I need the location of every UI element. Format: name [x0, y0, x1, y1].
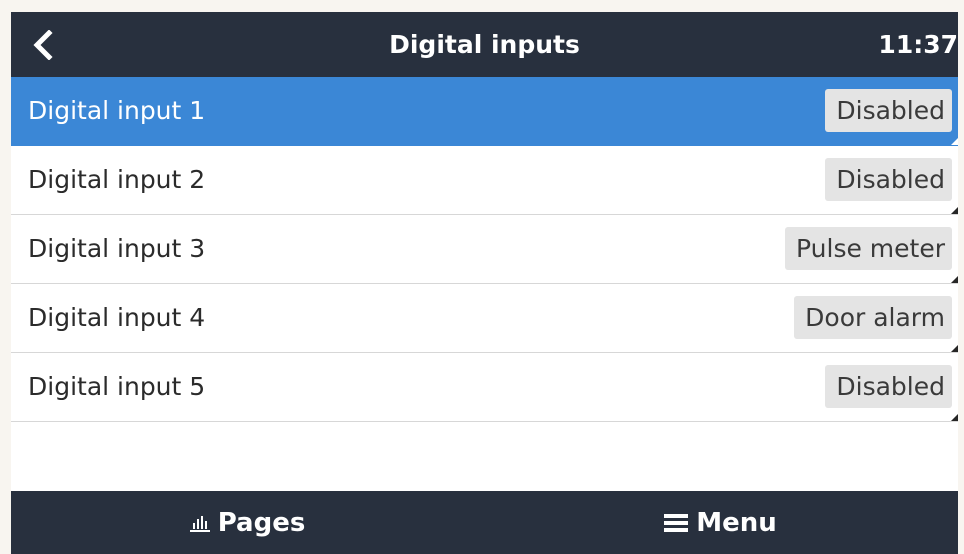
pages-button[interactable]: Pages	[11, 491, 484, 554]
list-item-digital-input-4[interactable]: Digital input 4 Door alarm	[11, 284, 958, 353]
page-title: Digital inputs	[389, 30, 580, 59]
list-item-label: Digital input 1	[28, 96, 206, 125]
edit-corner-icon	[951, 345, 958, 352]
list-item-digital-input-1[interactable]: Digital input 1 Disabled	[11, 77, 958, 146]
list-item-value: Door alarm	[794, 296, 952, 339]
edit-corner-icon	[951, 414, 958, 421]
menu-button[interactable]: Menu	[484, 491, 957, 554]
list-item-value: Disabled	[825, 158, 952, 201]
list-item-digital-input-2[interactable]: Digital input 2 Disabled	[11, 146, 958, 215]
list-item-digital-input-5[interactable]: Digital input 5 Disabled	[11, 353, 958, 422]
list-item-value: Pulse meter	[785, 227, 952, 270]
top-bar: Digital inputs 11:37	[11, 12, 958, 77]
list-item-label: Digital input 2	[28, 165, 206, 194]
list-item-label: Digital input 5	[28, 372, 206, 401]
bottom-bar: Pages Menu	[11, 491, 958, 554]
list-item-value: Disabled	[825, 89, 952, 132]
pages-label: Pages	[217, 507, 306, 538]
digital-input-list: Digital input 1 Disabled Digital input 2…	[11, 77, 958, 422]
clock: 11:37	[878, 30, 958, 59]
edit-corner-icon	[951, 207, 958, 214]
list-item-digital-input-3[interactable]: Digital input 3 Pulse meter	[11, 215, 958, 284]
list-item-label: Digital input 3	[28, 234, 206, 263]
edit-corner-icon	[951, 276, 958, 283]
edit-corner-icon	[951, 138, 958, 145]
hamburger-icon	[664, 513, 689, 533]
device-screen: Digital inputs 11:37 Digital input 1 Dis…	[11, 12, 958, 554]
list-item-label: Digital input 4	[28, 303, 206, 332]
list-item-value: Disabled	[825, 365, 952, 408]
bar-chart-icon	[189, 514, 210, 532]
menu-label: Menu	[696, 507, 777, 538]
